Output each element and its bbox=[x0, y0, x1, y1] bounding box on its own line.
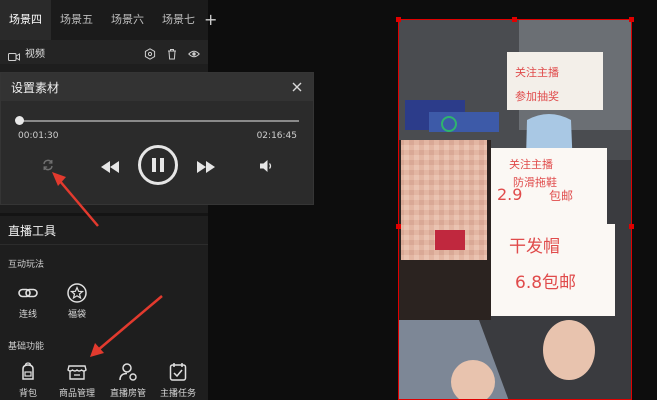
backpack-icon bbox=[17, 361, 39, 383]
section-divider bbox=[0, 213, 208, 216]
section-basic-label: 基础功能 bbox=[8, 342, 45, 352]
tab-scene-4[interactable]: 场景四 bbox=[0, 0, 51, 40]
delete-icon[interactable] bbox=[166, 45, 178, 60]
fast-forward-icon[interactable] bbox=[196, 159, 216, 173]
task-icon bbox=[167, 361, 189, 383]
lucky-bag-icon bbox=[66, 282, 88, 304]
video-camera-icon bbox=[8, 47, 20, 61]
resize-handle[interactable] bbox=[396, 224, 401, 229]
tool-label: 福袋 bbox=[67, 310, 86, 320]
live-tools-title: 直播工具 bbox=[8, 224, 57, 238]
section-interactive-label: 互动玩法 bbox=[8, 260, 45, 270]
playback-progress-slider[interactable] bbox=[15, 116, 299, 125]
tab-scene-7[interactable]: 场景七 bbox=[153, 0, 204, 40]
settings-icon[interactable] bbox=[144, 45, 156, 60]
set-material-dialog: 设置素材 00:01:30 02:16:45 bbox=[0, 72, 314, 205]
layer-row-video[interactable]: 视频 bbox=[0, 40, 208, 64]
tool-link-button[interactable]: 连线 bbox=[5, 282, 51, 320]
tool-label: 连线 bbox=[18, 310, 37, 320]
resize-handle[interactable] bbox=[629, 224, 634, 229]
dialog-header: 设置素材 bbox=[1, 73, 313, 101]
tool-label: 背包 bbox=[18, 389, 37, 399]
layer-list-empty bbox=[0, 64, 208, 72]
resize-handle[interactable] bbox=[512, 17, 517, 22]
total-time: 02:16:45 bbox=[256, 131, 297, 141]
room-admin-icon bbox=[117, 361, 139, 383]
pause-button[interactable] bbox=[138, 145, 178, 185]
tool-label: 主播任务 bbox=[159, 389, 196, 399]
tab-scene-5[interactable]: 场景五 bbox=[51, 0, 102, 40]
tab-scene-6[interactable]: 场景六 bbox=[102, 0, 153, 40]
sign-mid-price: 2.9 bbox=[497, 185, 522, 204]
tool-label: 商品管理 bbox=[58, 389, 95, 399]
sign-top-text: 关注主播 bbox=[515, 65, 559, 79]
visibility-eye-icon[interactable] bbox=[188, 45, 200, 58]
tool-task-button[interactable]: 主播任务 bbox=[155, 361, 201, 399]
resize-handle[interactable] bbox=[396, 17, 401, 22]
app-window: 场景四 场景五 场景六 场景七 + 视频 直播工具 互动玩法 连线 福袋 基础功… bbox=[0, 0, 657, 400]
scene-tab-bar: 场景四 场景五 场景六 场景七 + bbox=[0, 0, 217, 40]
preview-selection-frame[interactable]: 关注主播 参加抽奖 关注主播 防滑拖鞋 2.9 包邮 干发帽 6.8包邮 bbox=[398, 19, 632, 400]
divider bbox=[0, 244, 208, 245]
close-icon[interactable] bbox=[290, 79, 304, 93]
current-time: 00:01:30 bbox=[18, 131, 59, 141]
resize-handle[interactable] bbox=[629, 17, 634, 22]
sign-top-text-2: 参加抽奖 bbox=[515, 89, 559, 103]
sign-bottom-price: 6.8包邮 bbox=[515, 273, 576, 293]
sign-mid-text-3: 包邮 bbox=[549, 189, 573, 203]
add-scene-button[interactable]: + bbox=[204, 0, 217, 40]
rewind-icon[interactable] bbox=[100, 159, 120, 173]
link-icon bbox=[17, 282, 39, 304]
camera-preview-image: 关注主播 参加抽奖 关注主播 防滑拖鞋 2.9 包邮 干发帽 6.8包邮 bbox=[399, 20, 631, 399]
loop-icon[interactable] bbox=[41, 157, 55, 171]
tool-label: 直播房管 bbox=[109, 389, 146, 399]
tool-backpack-button[interactable]: 背包 bbox=[5, 361, 51, 399]
sign-bottom-text: 干发帽 bbox=[509, 237, 560, 257]
tool-store-button[interactable]: 商品管理 bbox=[54, 361, 100, 399]
volume-icon[interactable] bbox=[259, 158, 275, 172]
tool-room-admin-button[interactable]: 直播房管 bbox=[105, 361, 151, 399]
progress-handle[interactable] bbox=[15, 116, 24, 125]
sign-mid-text: 关注主播 bbox=[509, 157, 553, 171]
dialog-title: 设置素材 bbox=[11, 80, 60, 95]
layer-label: 视频 bbox=[25, 48, 45, 60]
store-icon bbox=[66, 361, 88, 383]
tool-lucky-bag-button[interactable]: 福袋 bbox=[54, 282, 100, 320]
